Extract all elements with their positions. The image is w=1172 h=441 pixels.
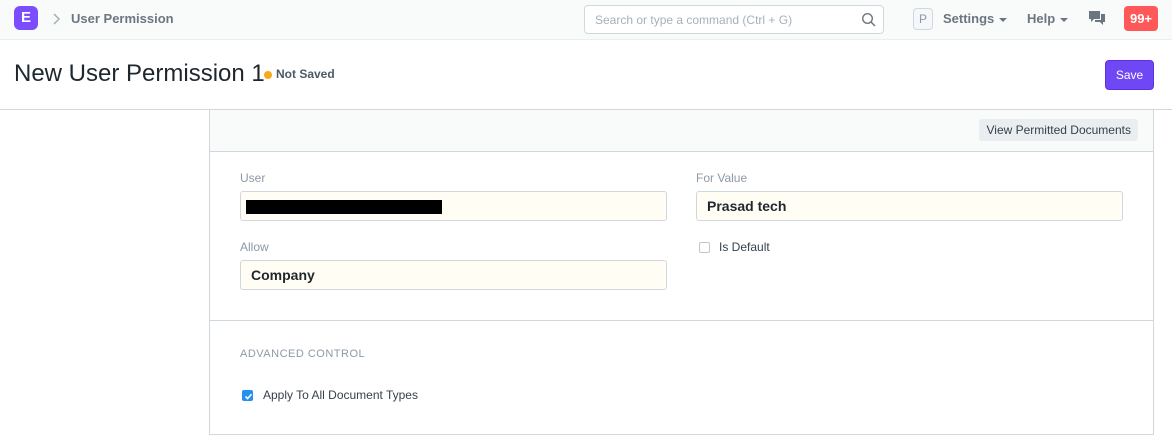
user-label: User (240, 171, 266, 185)
for-value-field[interactable] (696, 191, 1123, 221)
save-button[interactable]: Save (1105, 60, 1154, 90)
apply-all-document-types-label: Apply To All Document Types (263, 388, 418, 402)
form-card: View Permitted Documents User For Value … (209, 110, 1154, 435)
settings-label: Settings (943, 11, 995, 26)
status-text: Not Saved (276, 67, 335, 81)
search-box (584, 5, 884, 34)
caret-down-icon (1060, 17, 1069, 22)
notifications-badge[interactable]: 99+ (1124, 6, 1158, 31)
form-card-header: View Permitted Documents (210, 110, 1153, 152)
search-icon (861, 12, 876, 27)
allow-input[interactable] (241, 261, 666, 289)
chevron-right-icon (53, 13, 61, 25)
redacted-block (246, 200, 442, 214)
section-divider (210, 320, 1153, 321)
is-default-checkbox[interactable] (699, 242, 710, 253)
caret-down-icon (999, 17, 1008, 22)
navbar: E User Permission P Settings Help 99+ (0, 0, 1172, 40)
chat-icon[interactable] (1088, 10, 1106, 27)
page-title: New User Permission 1 (14, 60, 265, 87)
for-value-label: For Value (696, 171, 748, 185)
for-value-input[interactable] (697, 192, 1122, 220)
is-default-label: Is Default (719, 240, 770, 254)
check-icon (244, 393, 253, 400)
user-field[interactable] (240, 191, 667, 221)
advanced-control-section-title: ADVANCED CONTROL (240, 348, 366, 360)
help-dropdown[interactable]: Help (1027, 11, 1069, 26)
user-avatar[interactable]: P (913, 8, 933, 30)
allow-label: Allow (240, 240, 269, 254)
help-label: Help (1027, 11, 1056, 26)
app-logo[interactable]: E (14, 6, 38, 30)
search-input[interactable] (585, 6, 845, 33)
settings-dropdown[interactable]: Settings (943, 11, 1008, 26)
breadcrumb-user-permission[interactable]: User Permission (71, 11, 174, 26)
apply-all-document-types-checkbox[interactable] (242, 390, 253, 401)
allow-field[interactable] (240, 260, 667, 290)
view-permitted-documents-button[interactable]: View Permitted Documents (979, 119, 1138, 141)
status-indicator-dot (264, 71, 272, 79)
